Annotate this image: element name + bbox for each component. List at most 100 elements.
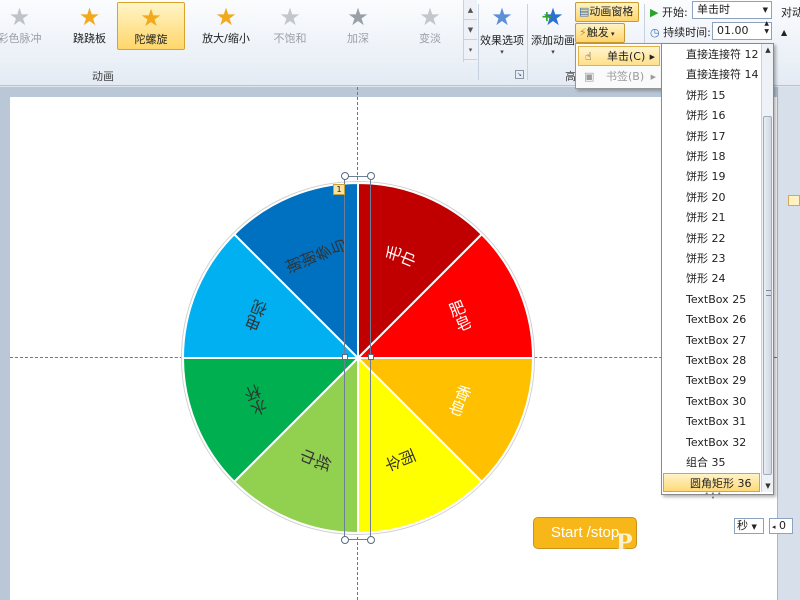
time-unit-value: 秒 — [737, 519, 748, 532]
add-animation-label: 添加动画 — [531, 34, 575, 47]
animation-order-tag[interactable]: 1 — [333, 184, 345, 195]
gallery-more-arrow[interactable]: ▾ — [464, 40, 477, 60]
spinner-icon[interactable]: ▲ ▼ — [764, 20, 769, 36]
start-select-value: 单击时 — [697, 3, 730, 16]
menu-item-bookmark[interactable]: ▣ 书签(B) ▶ — [578, 67, 660, 87]
resize-handle[interactable] — [367, 172, 375, 180]
resize-grip[interactable]: • • • • — [703, 491, 723, 502]
group-label-animation: 动画 — [92, 70, 114, 83]
gallery-item-label: 跷跷板 — [73, 32, 106, 45]
star-icon: ★ — [215, 3, 237, 31]
list-item[interactable]: TextBox 25 — [686, 290, 746, 309]
trigger-menu: ☝ 单击(C) ▶ ▣ 书签(B) ▶ — [575, 43, 663, 89]
animation-group-launcher[interactable]: ↘ — [515, 70, 524, 79]
move-earlier-icon[interactable]: ▲ — [781, 28, 787, 37]
duration-label: 持续时间: — [663, 26, 711, 39]
gallery-item-label: 加深 — [347, 32, 369, 45]
list-scrollbar[interactable]: ▲ ▼ — [761, 44, 773, 492]
resize-handle[interactable] — [341, 172, 349, 180]
scroll-down-arrow[interactable]: ▼ — [762, 480, 774, 492]
list-item[interactable]: 饼形 22 — [686, 229, 726, 248]
play-icon: ▶ — [650, 6, 659, 19]
gallery-item-label: 变淡 — [419, 32, 441, 45]
cursor-icon: ☝ — [585, 50, 592, 63]
menu-item-label: 书签(B) — [606, 70, 645, 83]
dropdown-arrow-icon: ▾ — [608, 30, 615, 38]
gallery-item[interactable]: ★ 不饱和 — [262, 2, 318, 50]
add-star-icon: ★ + — [541, 3, 564, 31]
effect-options-label: 效果选项 — [480, 34, 524, 47]
list-item[interactable]: 饼形 24 — [686, 269, 726, 288]
separator — [478, 4, 479, 80]
scroll-up-arrow[interactable]: ▲ — [762, 44, 774, 56]
gallery-item[interactable]: ★ 跷跷板 — [62, 2, 117, 50]
start-timing: ▶ 开始: — [650, 4, 688, 20]
chevron-left-icon: ◂ — [772, 523, 776, 531]
gallery-item-label: 不饱和 — [273, 32, 307, 45]
list-item[interactable]: 组合 35 — [686, 453, 726, 472]
gallery-item[interactable]: ★ 陀螺旋 — [117, 2, 185, 50]
time-value-input[interactable]: ◂ 0 — [769, 518, 793, 534]
star-icon: ★ — [419, 3, 441, 31]
list-item[interactable]: 饼形 16 — [686, 106, 726, 125]
list-item[interactable]: TextBox 32 — [686, 433, 746, 452]
menu-item-label: 单击(C) — [607, 50, 646, 63]
gallery-item[interactable]: ★ 加深 — [330, 2, 386, 50]
effect-options-button[interactable]: ★ 效果选项 ▾ — [480, 2, 524, 56]
star-icon: ★ — [140, 4, 162, 32]
trigger-object-list: 直接连接符 12 直接连接符 14 饼形 15 饼形 16 饼形 17 饼形 18 饼形 1… — [661, 43, 774, 495]
star-icon: ★ — [78, 3, 101, 31]
trigger-button[interactable]: ⚡触发 ▾ — [575, 23, 625, 43]
list-item[interactable]: 直接连接符 12 — [686, 45, 759, 64]
animation-pane-button[interactable]: ▤动画窗格 — [575, 2, 639, 22]
gallery-down-arrow[interactable]: ▼ — [464, 20, 477, 40]
list-item[interactable]: TextBox 27 — [686, 331, 746, 350]
selected-shape-outline[interactable] — [344, 176, 371, 540]
separator — [527, 4, 528, 80]
list-item[interactable]: TextBox 30 — [686, 392, 746, 411]
list-item[interactable]: TextBox 26 — [686, 310, 746, 329]
watermark: P E — [616, 530, 660, 556]
scroll-thumb[interactable] — [763, 116, 772, 475]
menu-item-on-click[interactable]: ☝ 单击(C) ▶ — [578, 46, 660, 66]
bookmark-icon: ▣ — [584, 70, 595, 83]
time-unit-select[interactable]: 秒 ▼ — [734, 518, 764, 534]
gallery-item[interactable]: ★ 放大/缩小 — [190, 2, 262, 50]
list-item[interactable]: 饼形 19 — [686, 167, 726, 186]
animation-gallery: ★ 彩色脉冲 ★ 跷跷板 ★ 陀螺旋 ★ 放大/缩小 ★ 不饱和 ★ 加深 ★ 变淡 — [0, 0, 480, 62]
dropdown-arrow-icon: ▾ — [500, 48, 504, 56]
list-item[interactable]: 饼形 17 — [686, 127, 726, 146]
gallery-item[interactable]: ★ 彩色脉冲 — [0, 2, 47, 50]
clock-icon: ◷ — [650, 26, 660, 39]
list-item[interactable]: TextBox 28 — [686, 351, 746, 370]
resize-handle[interactable] — [368, 354, 374, 360]
add-animation-button[interactable]: ★ + 添加动画 ▾ — [531, 2, 575, 56]
chevron-down-icon: ▼ — [762, 6, 768, 14]
duration-timing: ◷ 持续时间: — [650, 24, 711, 40]
resize-handle[interactable] — [341, 536, 349, 544]
reorder-label: 对动 — [781, 6, 800, 19]
list-item[interactable]: TextBox 31 — [686, 412, 746, 431]
list-item[interactable]: 饼形 21 — [686, 208, 726, 227]
animation-pane-item[interactable] — [788, 195, 800, 206]
duration-input[interactable]: 01.00 ▲ ▼ — [712, 20, 772, 40]
chevron-down-icon: ▼ — [751, 523, 757, 531]
start-select[interactable]: 单击时 ▼ — [692, 1, 772, 19]
dropdown-arrow-icon: ▾ — [551, 48, 555, 56]
list-item[interactable]: 饼形 23 — [686, 249, 726, 268]
list-item[interactable]: 饼形 15 — [686, 86, 726, 105]
resize-handle[interactable] — [367, 536, 375, 544]
animation-pane-label: 动画窗格 — [589, 5, 634, 18]
list-item[interactable]: 饼形 20 — [686, 188, 726, 207]
list-item[interactable]: TextBox 29 — [686, 371, 746, 390]
list-item[interactable]: 直接连接符 14 — [686, 65, 759, 84]
time-value: 0 — [779, 519, 787, 532]
gallery-scrollbar[interactable]: ▲ ▼ ▾ — [463, 0, 477, 62]
resize-handle[interactable] — [342, 354, 348, 360]
list-item[interactable]: 饼形 18 — [686, 147, 726, 166]
chevron-right-icon: ▶ — [650, 73, 656, 81]
gallery-item-label: 陀螺旋 — [134, 33, 168, 46]
gallery-item[interactable]: ★ 变淡 — [405, 2, 455, 50]
gallery-up-arrow[interactable]: ▲ — [464, 0, 477, 20]
star-icon: ★ — [491, 3, 513, 31]
